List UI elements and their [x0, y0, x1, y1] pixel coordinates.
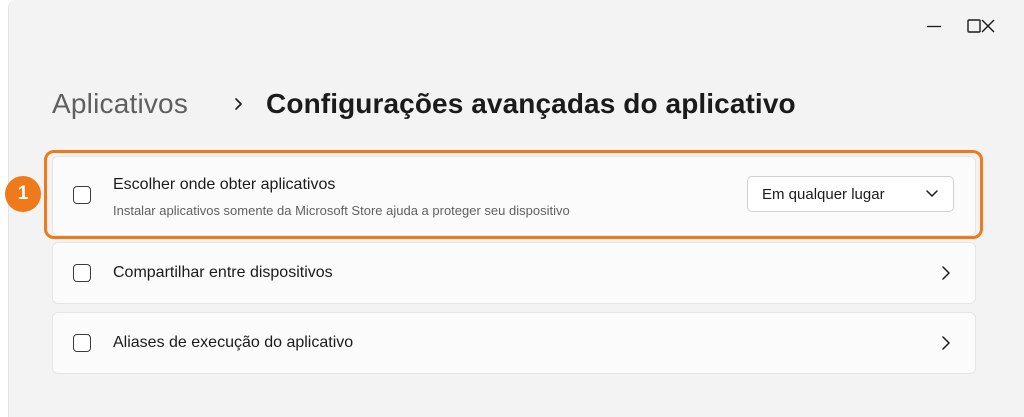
minimize-button[interactable]	[914, 10, 954, 42]
setting-title: Compartilhar entre dispositivos	[113, 264, 333, 281]
page-title: Configurações avançadas do aplicativo	[266, 88, 796, 119]
breadcrumb: Aplicativos Configurações avançadas do a…	[52, 88, 796, 120]
annotation-badge: 1	[5, 176, 41, 212]
chevron-right-icon	[942, 336, 950, 350]
chevron-right-icon	[234, 97, 244, 111]
annotation-highlight	[44, 150, 983, 239]
setting-icon-placeholder	[73, 334, 91, 352]
backdrop	[0, 0, 8, 417]
setting-title: Aliases de execução do aplicativo	[113, 334, 354, 351]
setting-card-app-execution-aliases[interactable]: Aliases de execução do aplicativo	[52, 312, 976, 374]
setting-card-share-across-devices[interactable]: Compartilhar entre dispositivos	[52, 242, 976, 304]
minimize-icon	[927, 25, 941, 28]
setting-icon-placeholder	[73, 264, 91, 282]
close-icon	[981, 19, 995, 33]
breadcrumb-parent-link[interactable]: Aplicativos	[52, 88, 188, 120]
chevron-right-icon	[942, 266, 950, 280]
close-button[interactable]	[968, 10, 1008, 42]
